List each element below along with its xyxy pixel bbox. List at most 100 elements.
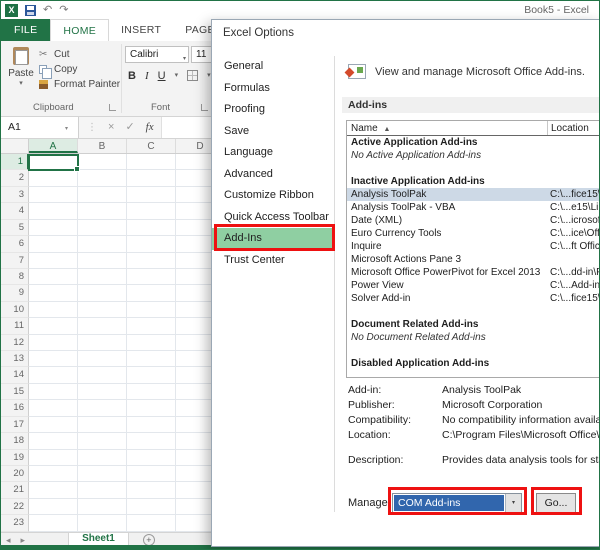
ribbon-tab-home[interactable]: HOME <box>50 19 110 41</box>
row-header-12[interactable]: 12 <box>1 334 29 352</box>
ribbon-tab-insert[interactable]: INSERT <box>109 19 173 41</box>
undo-icon[interactable]: ↶ <box>43 3 52 17</box>
row-header-11[interactable]: 11 <box>1 318 29 335</box>
grid-cell-c14[interactable] <box>127 367 176 384</box>
name-box-caret-icon[interactable]: ▾ <box>65 125 68 132</box>
grid-cell-b9[interactable] <box>78 285 127 302</box>
underline-button[interactable]: U <box>158 70 166 82</box>
grid-cell-b3[interactable] <box>78 186 127 204</box>
row-header-6[interactable]: 6 <box>1 236 29 253</box>
grid-cell-b19[interactable] <box>78 449 127 467</box>
grid-cell-c8[interactable] <box>127 268 176 286</box>
addin-row-solver-add-in[interactable]: Solver Add-in C:\...fice15\Li <box>347 292 599 305</box>
row-header-3[interactable]: 3 <box>1 186 29 204</box>
grid-cell-b12[interactable] <box>78 334 127 352</box>
borders-icon[interactable] <box>187 70 199 81</box>
grid-cell-a12[interactable] <box>29 334 78 352</box>
grid-cell-a7[interactable] <box>29 252 78 269</box>
italic-button[interactable]: I <box>145 70 149 82</box>
grid-cell-c2[interactable] <box>127 170 176 187</box>
grid-cell-b2[interactable] <box>78 170 127 187</box>
grid-cell-c6[interactable] <box>127 236 176 253</box>
format-painter-button[interactable]: Format Painter <box>39 77 120 92</box>
clipboard-dialog-launcher-icon[interactable] <box>109 104 116 111</box>
grid-cell-c4[interactable] <box>127 203 176 220</box>
row-header-16[interactable]: 16 <box>1 400 29 417</box>
row-header-21[interactable]: 21 <box>1 482 29 499</box>
grid-cell-c1[interactable] <box>127 154 176 171</box>
grid-cell-a3[interactable] <box>29 186 78 204</box>
row-header-8[interactable]: 8 <box>1 268 29 286</box>
grid-cell-c12[interactable] <box>127 334 176 352</box>
grid-cell-b22[interactable] <box>78 498 127 516</box>
grid-cell-a22[interactable] <box>29 498 78 516</box>
cancel-icon[interactable]: × <box>108 117 114 138</box>
grid-cell-c9[interactable] <box>127 285 176 302</box>
row-header-4[interactable]: 4 <box>1 203 29 220</box>
grid-cell-a15[interactable] <box>29 383 78 401</box>
font-name-combo[interactable]: Calibri ▾ <box>125 46 189 63</box>
grid-cell-b6[interactable] <box>78 236 127 253</box>
grid-cell-b10[interactable] <box>78 301 127 319</box>
grid-cell-a16[interactable] <box>29 400 78 417</box>
addin-row-inquire[interactable]: Inquire C:\...ft Office\ <box>347 240 599 253</box>
grid-cell-a17[interactable] <box>29 416 78 434</box>
grid-cell-c15[interactable] <box>127 383 176 401</box>
grid-cell-c16[interactable] <box>127 400 176 417</box>
grid-cell-b15[interactable] <box>78 383 127 401</box>
grid-cell-b1[interactable] <box>78 154 127 171</box>
sheet-nav-right-icon[interactable]: ▸ <box>16 535 31 546</box>
font-dialog-launcher-icon[interactable] <box>201 104 208 111</box>
row-header-13[interactable]: 13 <box>1 351 29 368</box>
sidebar-item-add-ins[interactable]: Add-Ins <box>212 228 334 250</box>
row-header-10[interactable]: 10 <box>1 301 29 319</box>
grid-cell-c3[interactable] <box>127 186 176 204</box>
grid-cell-b21[interactable] <box>78 482 127 499</box>
grid-cell-b5[interactable] <box>78 219 127 237</box>
paste-button[interactable]: Paste ▾ <box>5 44 37 106</box>
grid-cell-a23[interactable] <box>29 515 78 532</box>
column-header-b[interactable]: B <box>78 139 127 153</box>
copy-button[interactable]: Copy <box>39 62 120 79</box>
grid-cell-a4[interactable] <box>29 203 78 220</box>
grid-cell-b16[interactable] <box>78 400 127 417</box>
row-header-19[interactable]: 19 <box>1 449 29 467</box>
grid-cell-a8[interactable] <box>29 268 78 286</box>
row-header-14[interactable]: 14 <box>1 367 29 384</box>
row-header-18[interactable]: 18 <box>1 433 29 450</box>
select-all-corner[interactable] <box>1 139 29 153</box>
sidebar-item-customize-ribbon[interactable]: Customize Ribbon <box>212 185 334 207</box>
grid-cell-c22[interactable] <box>127 498 176 516</box>
addin-row-microsoft-actions-pane-3[interactable]: Microsoft Actions Pane 3 <box>347 253 599 266</box>
addin-row-analysis-toolpak-vba[interactable]: Analysis ToolPak - VBA C:\...e15\Libra <box>347 201 599 214</box>
addin-row-analysis-toolpak[interactable]: Analysis ToolPak C:\...fice15\Lib <box>347 188 599 201</box>
grid-cell-c19[interactable] <box>127 449 176 467</box>
addin-row-date-xml[interactable]: Date (XML) C:\...icrosoft S <box>347 214 599 227</box>
row-header-5[interactable]: 5 <box>1 219 29 237</box>
grid-cell-a9[interactable] <box>29 285 78 302</box>
dropdown-arrow-icon[interactable]: ▾ <box>505 494 521 512</box>
sheet-nav-left-icon[interactable]: ◂ <box>1 535 16 546</box>
row-header-7[interactable]: 7 <box>1 252 29 269</box>
grid-cell-b17[interactable] <box>78 416 127 434</box>
grid-cell-c5[interactable] <box>127 219 176 237</box>
row-header-20[interactable]: 20 <box>1 466 29 483</box>
bold-button[interactable]: B <box>128 70 136 82</box>
addin-row-power-view[interactable]: Power View C:\...Add-in\P <box>347 279 599 292</box>
grid-cell-b11[interactable] <box>78 318 127 335</box>
manage-dropdown[interactable]: COM Add-ins ▾ <box>392 493 522 513</box>
redo-icon[interactable]: ↷ <box>59 3 68 17</box>
sidebar-item-formulas[interactable]: Formulas <box>212 78 334 100</box>
addin-row-euro-currency-tools[interactable]: Euro Currency Tools C:\...ice\Office <box>347 227 599 240</box>
grid-cell-a2[interactable] <box>29 170 78 187</box>
grid-cell-c20[interactable] <box>127 466 176 483</box>
sidebar-item-advanced[interactable]: Advanced <box>212 164 334 186</box>
selected-cell-a1[interactable] <box>28 154 80 172</box>
addin-row-microsoft-office-powerpivot-for-excel-2013[interactable]: Microsoft Office PowerPivot for Excel 20… <box>347 266 599 279</box>
row-header-2[interactable]: 2 <box>1 170 29 187</box>
grid-cell-c13[interactable] <box>127 351 176 368</box>
insert-function-icon[interactable]: fx <box>146 117 154 138</box>
row-header-17[interactable]: 17 <box>1 416 29 434</box>
grid-cell-a13[interactable] <box>29 351 78 368</box>
ribbon-tab-file[interactable]: FILE <box>1 19 51 41</box>
